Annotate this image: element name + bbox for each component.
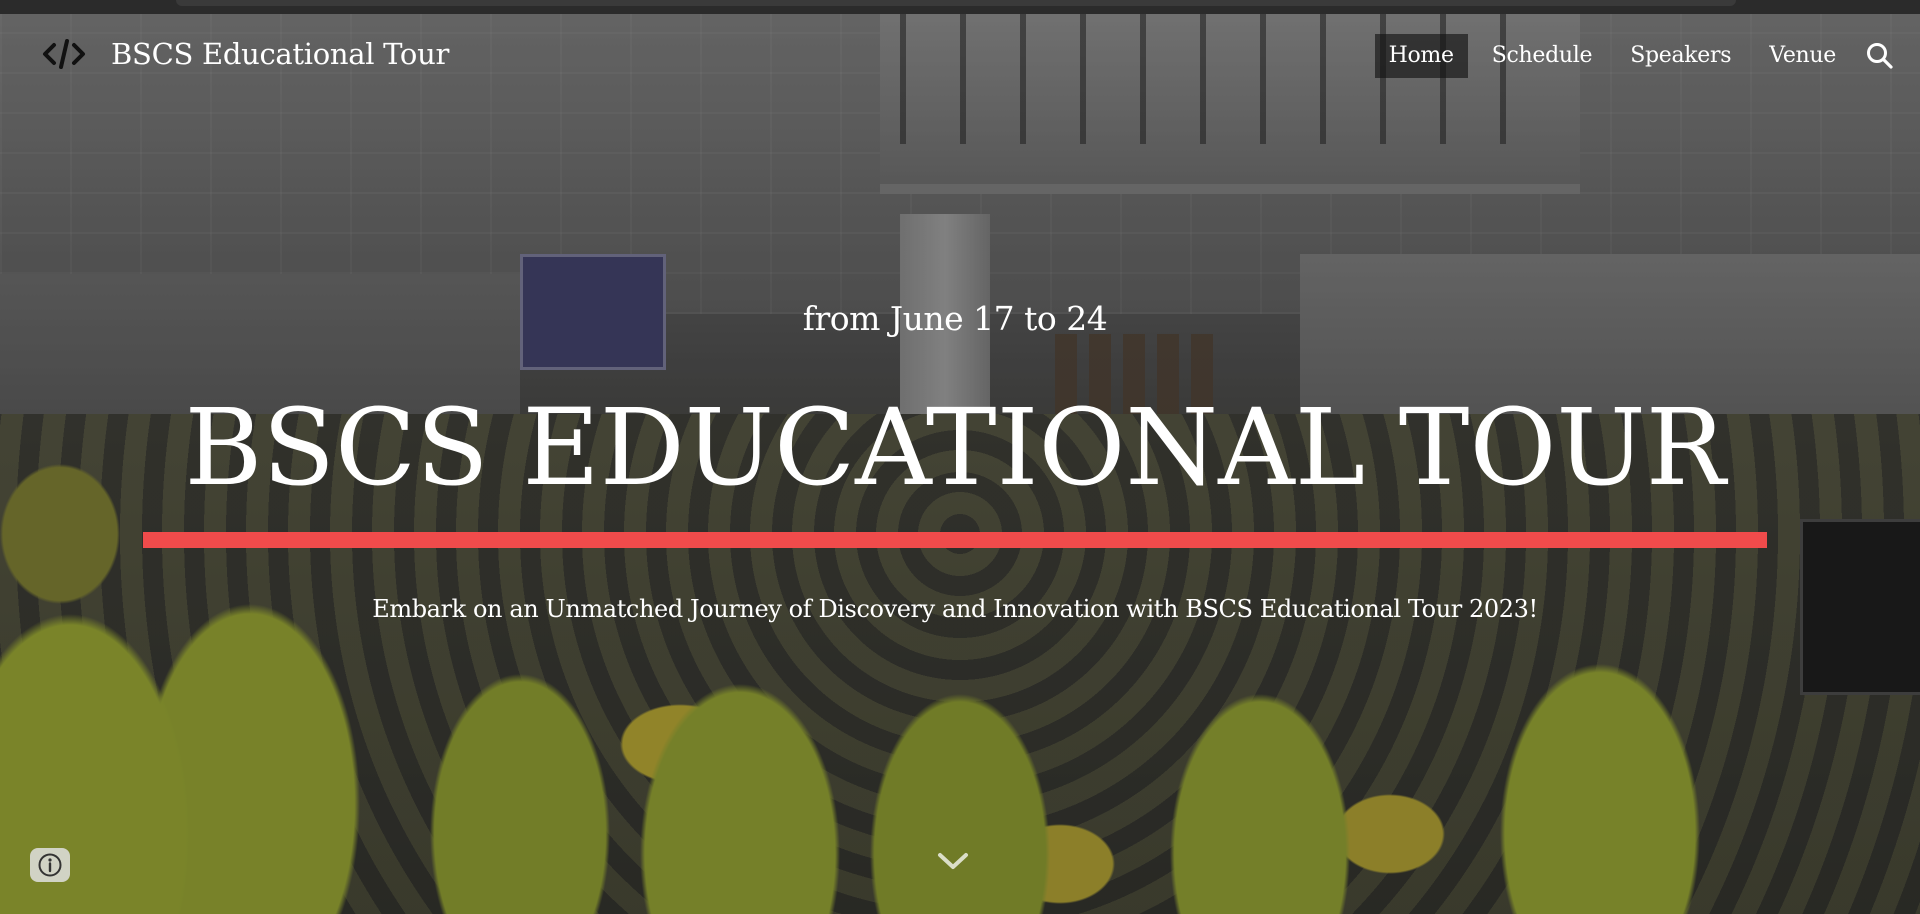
- info-icon: [38, 853, 62, 877]
- browser-tab-edge: [176, 0, 1736, 6]
- nav-item-speakers[interactable]: Speakers: [1616, 34, 1745, 78]
- site-header: BSCS Educational Tour Home Schedule Spea…: [0, 14, 1920, 98]
- title-underline: [143, 532, 1767, 548]
- code-brackets-icon-svg: [43, 39, 85, 69]
- info-button[interactable]: [30, 848, 70, 882]
- code-brackets-icon[interactable]: [42, 36, 86, 72]
- event-date: from June 17 to 24: [802, 299, 1108, 338]
- nav-item-home[interactable]: Home: [1374, 34, 1468, 78]
- search-icon[interactable]: [1864, 40, 1896, 72]
- search-icon-svg: [1867, 43, 1893, 69]
- browser-top-strip: [0, 0, 1920, 14]
- hero-title: BSCS EDUCATIONAL TOUR: [184, 386, 1726, 509]
- main-nav: Home Schedule Speakers Venue: [1374, 34, 1850, 78]
- nav-item-schedule[interactable]: Schedule: [1478, 34, 1607, 78]
- chevron-down-icon-svg: [938, 853, 968, 869]
- chevron-down-icon[interactable]: [936, 848, 970, 874]
- hero-tagline: Embark on an Unmatched Journey of Discov…: [372, 595, 1538, 623]
- nav-item-venue[interactable]: Venue: [1755, 34, 1850, 78]
- site-title[interactable]: BSCS Educational Tour: [111, 36, 449, 72]
